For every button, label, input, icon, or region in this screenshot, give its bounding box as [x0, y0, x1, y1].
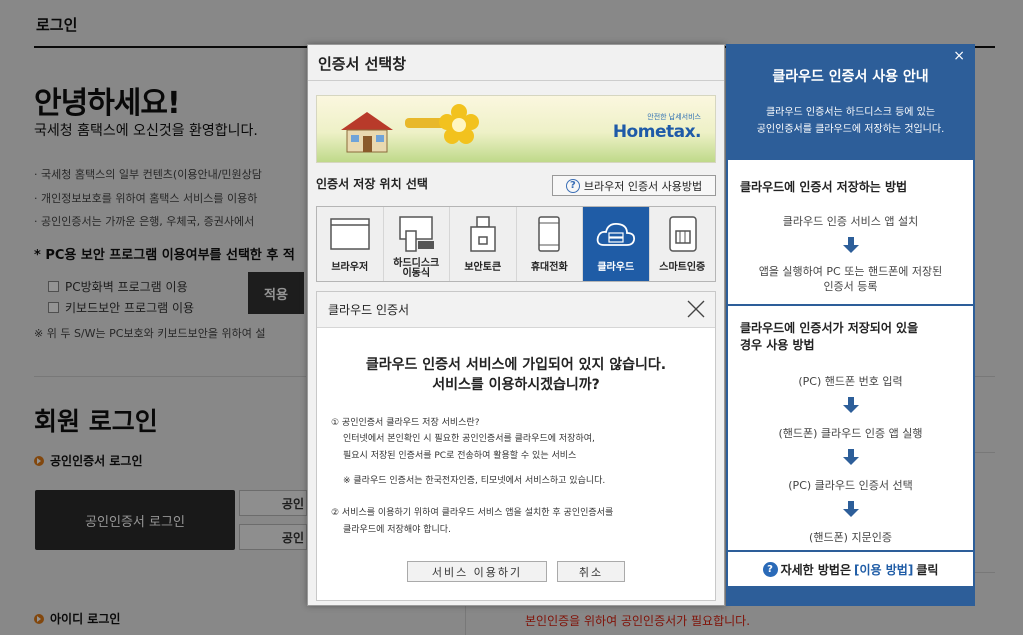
info-1-line-1: 인터넷에서 본인확인 시 필요한 공인인증서를 클라우드에 저장하여,	[343, 434, 595, 444]
guide-title: 클라우드 인증서 사용 안내	[772, 69, 929, 85]
info-1-line-2: 필요시 저장된 인증서를 PC로 전송하여 활용할 수 있는 서비스	[343, 451, 577, 461]
browser-cert-guide-button[interactable]: ? 브라우저 인증서 사용방법	[552, 175, 716, 196]
device-harddisk[interactable]: 하드디스크 이동식	[384, 207, 450, 281]
storage-location-label: 인증서 저장 위치 선택	[316, 177, 428, 191]
question-icon: ?	[762, 561, 778, 577]
section-2-title: 클라우드에 인증서가 저장되어 있을 경우 사용 방법	[740, 321, 919, 352]
section-2-step-2: (핸드폰) 클라우드 인증 앱 실행	[778, 427, 923, 440]
smart-auth-icon	[669, 216, 697, 252]
dialog-header: 클라우드 인증서	[317, 292, 715, 328]
dialog-question-1: 클라우드 인증서 서비스에 가입되어 있지 않습니다.	[365, 357, 667, 373]
house-icon	[341, 112, 393, 153]
modal-title-divider	[308, 80, 724, 81]
cloud-guide-panel: × 클라우드 인증서 사용 안내 클라우드 인증서는 하드디스크 등에 있는 공…	[726, 44, 975, 606]
info-1-note: ※ 클라우드 인증서는 한국전자인증, 티모넷에서 서비스하고 있습니다.	[343, 476, 606, 486]
guide-detail-link[interactable]: ? 자세한 방법은 [이용 방법] 클릭	[728, 552, 973, 586]
info-2-line-1: ② 서비스를 이용하기 위하여 클라우드 서비스 앱을 설치한 후 공인인증서를	[331, 508, 614, 518]
device-cloud[interactable]: 클라우드	[583, 207, 650, 281]
guide-description: 클라우드 인증서는 하드디스크 등에 있는 공인인증서를 클라우드에 저장하는 …	[756, 107, 945, 135]
storage-device-list: 브라우저 하드디스크 이동식 보안토큰 휴대전화 클라우드 스마트인증	[316, 206, 716, 282]
device-mobile-phone[interactable]: 휴대전화	[517, 207, 583, 281]
section-1-title: 클라우드에 인증서 저장하는 방법	[740, 180, 908, 194]
arrow-down-icon	[843, 449, 859, 465]
section-2-step-4: (핸드폰) 지문인증	[809, 531, 892, 544]
info-1-title: ① 공인인증서 클라우드 저장 서비스란?	[331, 418, 480, 428]
guide-close-icon[interactable]: ×	[953, 48, 965, 64]
cloud-icon	[596, 223, 635, 246]
dialog-question-2: 서비스를 이용하시겠습니까?	[432, 377, 600, 393]
section-1-step-2: 앱을 실행하여 PC 또는 핸드폰에 저장된 인증서 등록	[758, 265, 943, 293]
device-browser[interactable]: 브라우저	[317, 207, 384, 281]
guide-section-2: 클라우드에 인증서가 저장되어 있을 경우 사용 방법 (PC) 핸드폰 번호 …	[728, 306, 973, 550]
mobile-phone-icon	[538, 216, 560, 252]
guide-section-1: 클라우드에 인증서 저장하는 방법 클라우드 인증 서비스 앱 설치 앱을 실행…	[728, 160, 973, 304]
device-label: 하드디스크 이동식	[393, 258, 440, 279]
dialog-title: 클라우드 인증서	[328, 303, 410, 317]
browser-icon	[330, 218, 370, 250]
close-icon[interactable]	[687, 300, 705, 318]
flower-icon	[439, 104, 479, 144]
arrow-down-icon	[843, 501, 859, 517]
cancel-button[interactable]: 취소	[557, 561, 625, 582]
section-1-step-1: 클라우드 인증 서비스 앱 설치	[782, 215, 919, 228]
use-service-button[interactable]: 서비스 이용하기	[407, 561, 547, 582]
modal-title: 인증서 선택창	[318, 55, 407, 73]
usage-method-link[interactable]: [이용 방법]	[854, 561, 913, 578]
question-icon: ?	[565, 178, 580, 193]
device-smart-auth[interactable]: 스마트인증	[650, 207, 716, 281]
security-token-icon	[470, 216, 496, 252]
arrow-down-icon	[843, 397, 859, 413]
cloud-cert-dialog: 클라우드 인증서 클라우드 인증서 서비스에 가입되어 있지 않습니다. 서비스…	[316, 291, 716, 601]
hometax-banner: 안전한 납세서비스 Hometax.	[316, 95, 716, 163]
info-2-line-2: 클라우드에 저장해야 합니다.	[343, 525, 451, 535]
arrow-down-icon	[843, 237, 859, 253]
section-2-step-1: (PC) 핸드폰 번호 입력	[798, 375, 903, 388]
section-2-step-3: (PC) 클라우드 인증서 선택	[788, 479, 913, 492]
harddisk-icon	[399, 216, 435, 252]
device-security-token[interactable]: 보안토큰	[450, 207, 517, 281]
hometax-logo: 안전한 납세서비스 Hometax.	[612, 113, 702, 142]
